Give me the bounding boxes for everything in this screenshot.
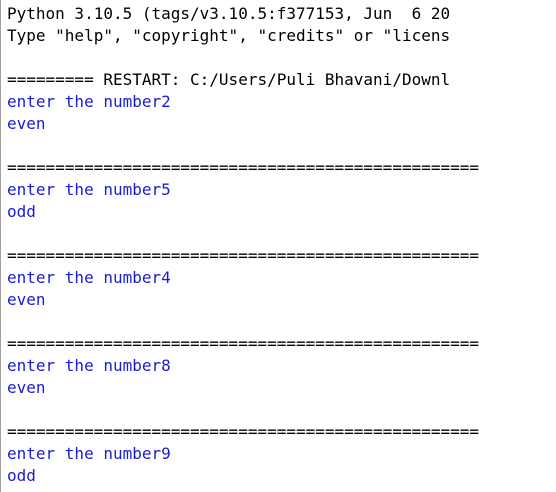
prompt-text: enter the number	[7, 356, 162, 375]
entered-value: 4	[161, 268, 171, 287]
entered-value: 8	[161, 356, 171, 375]
result-text: even	[7, 114, 46, 133]
entered-value: 9	[161, 444, 171, 463]
result-text: even	[7, 290, 46, 309]
restart-line: ========= RESTART: C:/Users/Puli Bhavani…	[7, 70, 451, 89]
input-prompt: enter the number9	[7, 443, 556, 465]
prompt-text: enter the number	[7, 180, 162, 199]
result-text: odd	[7, 466, 36, 485]
separator-line: ========================================…	[7, 422, 480, 441]
banner-line-help: Type "help", "copyright", "credits" or "…	[7, 26, 451, 45]
result-text: even	[7, 378, 46, 397]
separator-line: ========================================…	[7, 246, 480, 265]
input-prompt: enter the number2	[7, 91, 556, 113]
result-text: odd	[7, 202, 36, 221]
input-prompt: enter the number5	[7, 179, 556, 201]
entered-value: 2	[161, 92, 171, 111]
prompt-text: enter the number	[7, 268, 162, 287]
prompt-text: enter the number	[7, 92, 162, 111]
input-prompt: enter the number8	[7, 355, 556, 377]
separator-line: ========================================…	[7, 158, 480, 177]
python-shell-output[interactable]: Python 3.10.5 (tags/v3.10.5:f377153, Jun…	[1, 0, 556, 492]
banner-line-version: Python 3.10.5 (tags/v3.10.5:f377153, Jun…	[7, 4, 451, 23]
entered-value: 5	[161, 180, 171, 199]
separator-line: ========================================…	[7, 334, 480, 353]
input-prompt: enter the number4	[7, 267, 556, 289]
prompt-text: enter the number	[7, 444, 162, 463]
